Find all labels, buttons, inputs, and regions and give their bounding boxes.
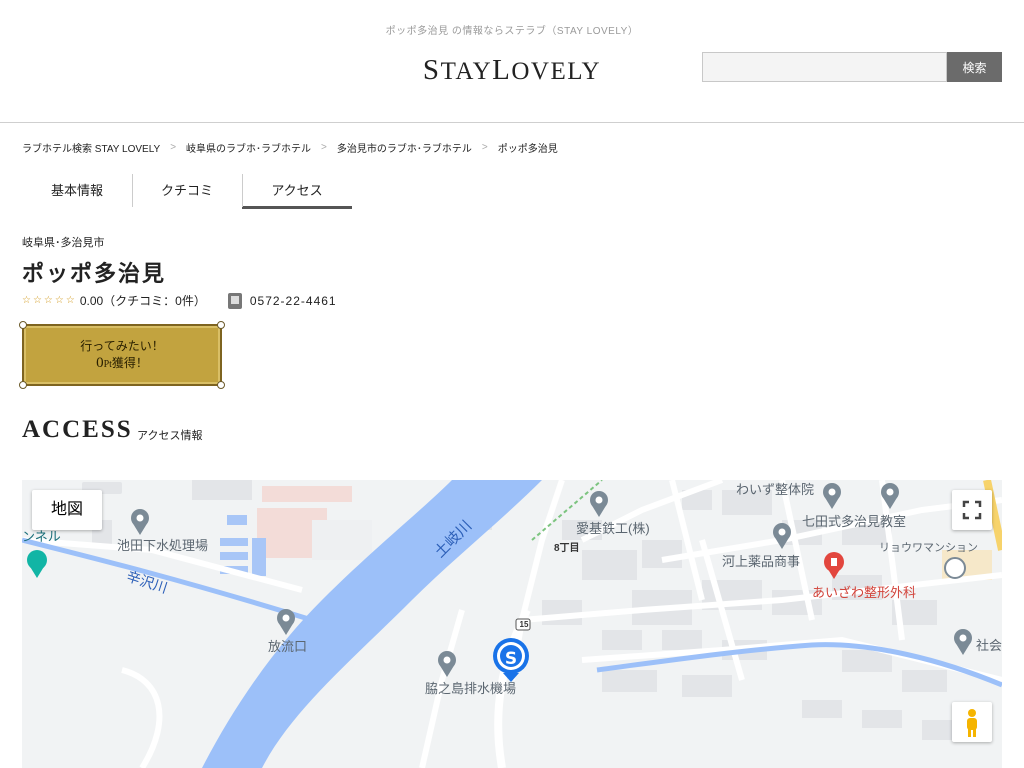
ornament-icon	[217, 321, 225, 329]
map-label-hoyu: 放流口	[268, 639, 308, 654]
breadcrumb-item-city[interactable]: 多治見市のラブホ･ラブホテル	[337, 140, 472, 155]
search-button[interactable]: 検索	[947, 52, 1002, 82]
want-to-go-label: 行ってみたい！	[80, 339, 164, 353]
route-number: 15	[519, 620, 529, 629]
map-label-wakino: 脇之島排水機場	[425, 681, 517, 696]
breadcrumb-separator: >	[170, 142, 177, 153]
want-to-go-button[interactable]: 行ってみたい！ 0Pt獲得！	[19, 321, 225, 389]
rating-stars-icon: ☆☆☆☆☆	[22, 295, 77, 306]
access-title: ACCESS	[22, 416, 133, 443]
breadcrumb-item-current: ポッポ多治見	[497, 144, 558, 155]
fullscreen-icon	[962, 500, 982, 520]
hotel-name: ポッポ多治見	[22, 262, 167, 287]
ornament-icon	[19, 321, 27, 329]
ornament-icon	[19, 381, 27, 389]
site-tagline: ポッポ多治見 の情報ならステラブ（STAY LOVELY）	[385, 26, 639, 37]
street-view-button[interactable]	[952, 702, 992, 742]
google-map[interactable]: S ンネル 池田下水処理場 辛沢川 放流口 土岐川 愛基鉄工(株) 8丁目 わい…	[22, 480, 1002, 768]
hotel-tabs: 基本情報 クチコミ アクセス	[22, 174, 352, 209]
map-label-shichida: 七田式多治見教室	[802, 514, 907, 529]
tab-reviews[interactable]: クチコミ	[132, 174, 242, 209]
ornament-icon	[217, 381, 225, 389]
breadcrumb-item-top[interactable]: ラブホテル検索 STAY LOVELY	[22, 140, 160, 155]
points-line: 0Pt獲得！	[24, 354, 220, 374]
points-unit: Pt	[103, 359, 112, 370]
breadcrumb-separator: >	[321, 142, 327, 153]
rating-value[interactable]: 0.00（クチコミ：0件）	[80, 292, 206, 309]
map-label-aiki: 愛基鉄工(株)	[576, 521, 650, 536]
pegman-icon	[967, 709, 977, 737]
rating-row: ☆☆☆☆☆ 0.00（クチコミ：0件） 0572-22-4461	[22, 292, 337, 309]
map-label-kawakami: 河上薬品商事	[722, 554, 801, 569]
map-label-waizu: わいず整体院	[736, 482, 815, 497]
points-suffix: 獲得！	[111, 356, 148, 370]
phone-number[interactable]: 0572-22-4461	[250, 294, 337, 308]
map-label-ikeda: 池田下水処理場	[117, 538, 209, 553]
tab-basic-info[interactable]: 基本情報	[22, 174, 132, 209]
map-label-aizawa: あいざわ整形外科	[812, 585, 917, 600]
phone-icon	[227, 292, 242, 309]
breadcrumb-item-prefecture[interactable]: 岐阜県のラブホ･ラブホテル	[186, 140, 311, 155]
map-label-chome: 8丁目	[554, 543, 580, 554]
search-input[interactable]	[702, 52, 947, 82]
svg-text:S: S	[505, 649, 517, 669]
access-subtitle: アクセス情報	[137, 430, 203, 442]
map-type-button[interactable]: 地図	[32, 490, 102, 530]
map-label-shakai: 社会	[976, 638, 1002, 653]
breadcrumb-separator: >	[481, 142, 488, 153]
tab-access[interactable]: アクセス	[242, 174, 352, 209]
points-value: 0	[96, 355, 104, 371]
hotel-area: 岐阜県･多治見市	[22, 237, 105, 249]
header-divider	[0, 122, 1024, 123]
breadcrumb: ラブホテル検索 STAY LOVELY > 岐阜県のラブホ･ラブホテル > 多治…	[22, 140, 558, 155]
map-label-ryou: リョウワマンション	[879, 542, 978, 554]
search-form: 検索	[702, 52, 1002, 82]
fullscreen-button[interactable]	[952, 490, 992, 530]
